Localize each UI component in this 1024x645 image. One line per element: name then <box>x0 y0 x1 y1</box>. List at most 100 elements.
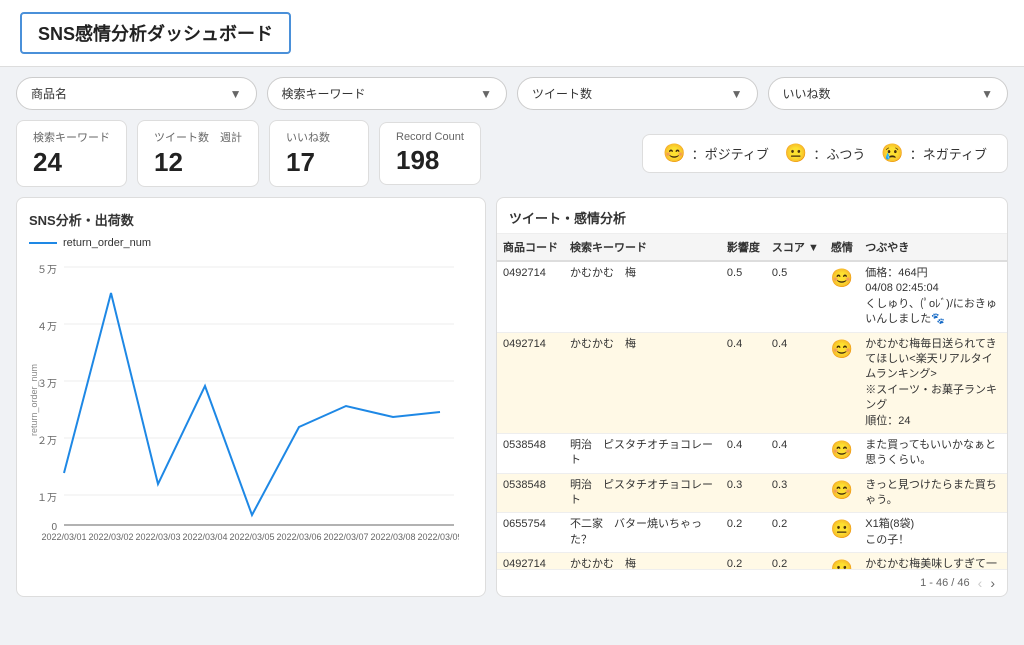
cell-sentiment: 😐 <box>825 513 859 553</box>
table-row: 0492714 かむかむ 梅 0.4 0.4 😊 かむかむ梅毎日送られてきてほし… <box>497 332 1007 433</box>
stat-card-record-count: Record Count198 <box>379 122 481 185</box>
prev-page-button[interactable]: ‹ <box>978 575 983 591</box>
cell-tweet: かむかむ梅美味しすぎて一気に1袋食べてしまう。 <box>859 553 1007 569</box>
cell-tweet: また買ってもいいかなぁと思うくらい。 <box>859 433 1007 473</box>
cell-impact: 0.5 <box>721 261 766 332</box>
chart-svg: ５万 ４万 ３万 ２万 １万 0 return_order_num <box>29 255 459 545</box>
cell-score: 0.5 <box>766 261 825 332</box>
cell-code: 0655754 <box>497 513 564 553</box>
cell-impact: 0.2 <box>721 553 766 569</box>
stat-card-tweet-count: ツイート数 週計 12 <box>137 120 259 187</box>
col-header-tweet: つぶやき <box>859 234 1007 261</box>
legend-item-negative: 😢 ：ネガティブ <box>881 143 987 164</box>
filter-tweet-count[interactable]: ツイート数▼ <box>517 77 758 110</box>
svg-text:2022/03/07: 2022/03/07 <box>323 532 368 542</box>
filter-label: 商品名 <box>31 85 67 102</box>
legend-item-label: ：ネガティブ <box>910 144 987 163</box>
cell-tweet: 価格：464円 04/08 02:45:04 くしゅり、(ﾟoﾚﾞ)/におきゅい… <box>859 261 1007 332</box>
chart-line <box>64 293 440 515</box>
sentiment-icon: 😊 <box>831 480 853 500</box>
sentiment-icon: 😊 <box>831 339 853 359</box>
next-page-button[interactable]: › <box>990 575 995 591</box>
sentiment-icon: 😐 <box>831 559 853 569</box>
dropdown-arrow-icon: ▼ <box>731 87 743 101</box>
svg-text:2022/03/03: 2022/03/03 <box>135 532 180 542</box>
cell-code: 0538548 <box>497 433 564 473</box>
col-header-score[interactable]: スコア ▼ <box>766 234 825 261</box>
header: SNS感情分析ダッシュボード <box>0 0 1024 67</box>
table-panel: ツイート・感情分析 商品コード 検索キーワード 影響度 スコア ▼ 感情 つぶや… <box>496 197 1008 597</box>
cell-code: 0538548 <box>497 473 564 513</box>
stat-value: 17 <box>286 147 352 178</box>
stat-value: 24 <box>33 147 110 178</box>
svg-text:５万: ５万 <box>37 265 57 276</box>
sentiment-icon: 😐 <box>831 519 853 539</box>
data-table: 商品コード 検索キーワード 影響度 スコア ▼ 感情 つぶやき 0492714 … <box>497 234 1007 569</box>
smiley-negative-icon: 😢 <box>881 143 903 164</box>
cell-code: 0492714 <box>497 332 564 433</box>
col-header-impact: 影響度 <box>721 234 766 261</box>
table-row: 0538548 明治 ピスタチオチョコレート 0.4 0.4 😊 また買ってもい… <box>497 433 1007 473</box>
table-scroll[interactable]: 商品コード 検索キーワード 影響度 スコア ▼ 感情 つぶやき 0492714 … <box>497 234 1007 569</box>
svg-text:2022/03/01: 2022/03/01 <box>41 532 86 542</box>
cell-score: 0.3 <box>766 473 825 513</box>
stat-card-like-count: いいね数 17 <box>269 120 369 187</box>
svg-text:return_order_num: return_order_num <box>29 364 39 436</box>
chart-title: SNS分析・出荷数 <box>29 210 473 229</box>
legend-item-label: ：ポジティブ <box>692 144 769 163</box>
stat-label: ツイート数 週計 <box>154 129 242 145</box>
filter-label: 検索キーワード <box>282 85 366 102</box>
page-title: SNS感情分析ダッシュボード <box>20 12 291 54</box>
stat-value: 12 <box>154 147 242 178</box>
cell-sentiment: 😊 <box>825 473 859 513</box>
cell-code: 0492714 <box>497 553 564 569</box>
cell-keyword: 不二家 バター焼いちゃった？ <box>564 513 721 553</box>
legend-item-label: ：ふつう <box>813 144 865 163</box>
cell-sentiment: 😐 <box>825 553 859 569</box>
cell-keyword: かむかむ 梅 <box>564 332 721 433</box>
table-row: 0492714 かむかむ 梅 0.2 0.2 😐 かむかむ梅美味しすぎて一気に1… <box>497 553 1007 569</box>
table-footer: 1 - 46 / 46 ‹ › <box>497 569 1007 596</box>
filter-search-keyword[interactable]: 検索キーワード ▼ <box>267 77 508 110</box>
chart-container: ５万 ４万 ３万 ２万 １万 0 return_order_num <box>29 255 473 575</box>
filters-row: 商品名▼検索キーワード▼ツイート数▼いいね数▼ <box>0 77 1024 110</box>
cell-sentiment: 😊 <box>825 332 859 433</box>
cell-tweet: X1箱(8袋) この子！ <box>859 513 1007 553</box>
cell-keyword: かむかむ 梅 <box>564 553 721 569</box>
cell-score: 0.4 <box>766 433 825 473</box>
svg-text:2022/03/08: 2022/03/08 <box>370 532 415 542</box>
stat-label: 検索キーワード <box>33 129 110 145</box>
cell-keyword: 明治 ピスタチオチョコレート <box>564 433 721 473</box>
cell-tweet: きっと見つけたらまた買ちゃう。 <box>859 473 1007 513</box>
svg-text:１万: １万 <box>37 493 57 504</box>
chart-panel: SNS分析・出荷数 return_order_num ５万 ４万 ３万 ２万 １… <box>16 197 486 597</box>
cell-score: 0.2 <box>766 513 825 553</box>
table-title: ツイート・感情分析 <box>497 198 1007 234</box>
cell-keyword: 明治 ピスタチオチョコレート <box>564 473 721 513</box>
legend-item-positive: 😊 ：ポジティブ <box>663 143 769 164</box>
legend-label: return_order_num <box>63 237 151 249</box>
table-row: 0492714 かむかむ 梅 0.5 0.5 😊 価格：464円 04/08 0… <box>497 261 1007 332</box>
svg-text:2022/03/09: 2022/03/09 <box>417 532 459 542</box>
cell-impact: 0.3 <box>721 473 766 513</box>
col-header-keyword: 検索キーワード <box>564 234 721 261</box>
smiley-positive-icon: 😊 <box>663 143 685 164</box>
sentiment-icon: 😊 <box>831 440 853 460</box>
filter-product-name[interactable]: 商品名▼ <box>16 77 257 110</box>
stat-card-keyword-count: 検索キーワード 24 <box>16 120 127 187</box>
stats-row: 検索キーワード 24 ツイート数 週計 12 いいね数 17 Record Count198… <box>0 120 1024 187</box>
svg-text:２万: ２万 <box>37 436 57 447</box>
stat-value: 198 <box>396 145 464 176</box>
cell-impact: 0.4 <box>721 332 766 433</box>
stat-label: いいね数 <box>286 129 352 145</box>
cell-tweet: かむかむ梅毎日送られてきてほしい<楽天リアルタイムランキング> ※スイーツ・お菓… <box>859 332 1007 433</box>
svg-text:2022/03/06: 2022/03/06 <box>276 532 321 542</box>
cell-sentiment: 😊 <box>825 433 859 473</box>
filter-like-count[interactable]: いいね数▼ <box>768 77 1009 110</box>
dropdown-arrow-icon: ▼ <box>480 87 492 101</box>
cell-keyword: かむかむ 梅 <box>564 261 721 332</box>
legend-line-color <box>29 242 57 244</box>
col-header-code: 商品コード <box>497 234 564 261</box>
pagination-info: 1 - 46 / 46 <box>920 577 970 589</box>
svg-text:2022/03/04: 2022/03/04 <box>182 532 227 542</box>
